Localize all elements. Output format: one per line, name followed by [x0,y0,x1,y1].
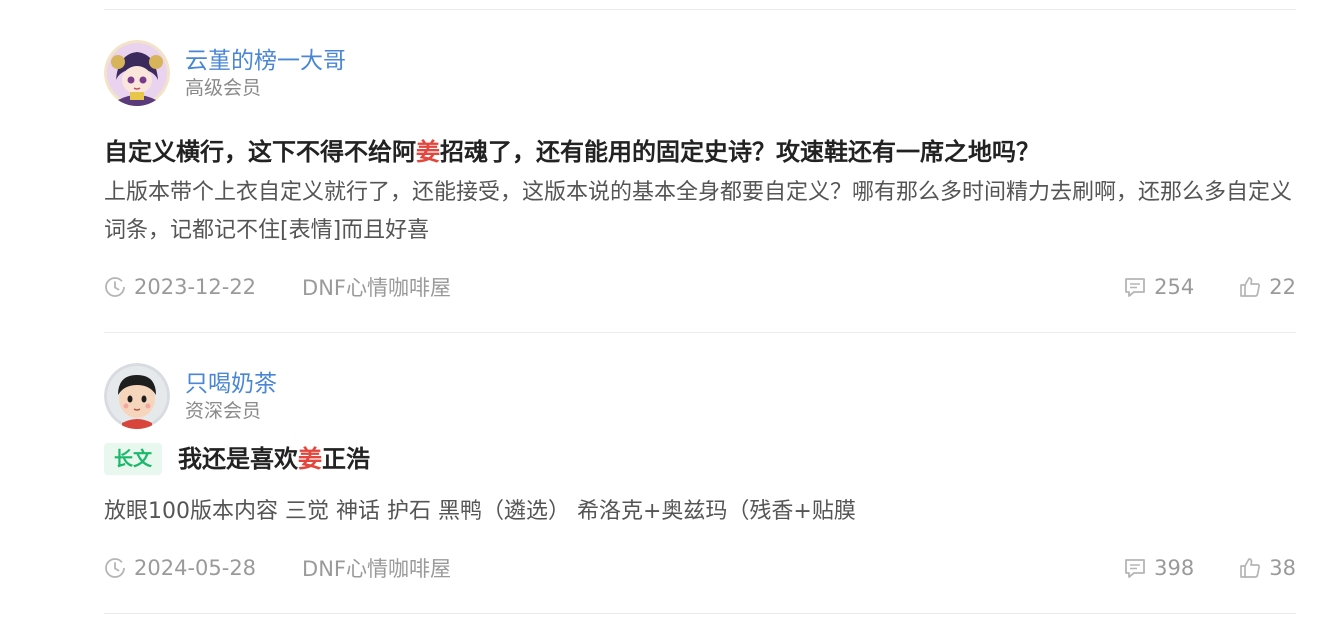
avatar[interactable] [104,40,170,106]
post-header: 只喝奶茶 资深会员 [104,363,1296,429]
like-count: 38 [1269,556,1296,580]
like-button[interactable]: 38 [1238,556,1296,580]
post-source[interactable]: DNF心情咖啡屋 [302,272,451,302]
clock-icon [105,558,125,578]
post-excerpt[interactable]: 上版本带个上衣自定义就行了，还能接受，这版本说的基本全身都要自定义？哪有那么多时… [104,174,1296,250]
post-date-text: 2023-12-22 [134,275,257,299]
post-date-text: 2024-05-28 [134,556,257,580]
post-card[interactable]: 只喝奶茶 资深会员 长文 我还是喜欢姜正浩 放眼100版本内容 三觉 神话 护石 … [104,363,1296,583]
author-level: 高级会员 [185,77,262,99]
thumbs-up-icon [1240,558,1261,578]
comment-button[interactable]: 398 [1123,556,1194,580]
like-count: 22 [1269,275,1296,299]
post-title-highlight: 姜 [298,445,323,473]
post-date: 2024-05-28 [104,556,256,580]
long-article-badge: 长文 [104,443,163,475]
post-meta: 2023-12-22 DNF心情咖啡屋 254 22 [104,272,1296,302]
author-info: 云堇的榜一大哥 高级会员 [185,46,346,100]
post-excerpt[interactable]: 放眼100版本内容 三觉 神话 护石 黑鸭（遴选） 希洛克+奥兹玛（残香+贴膜 [104,493,1296,531]
divider [104,9,1296,10]
comment-icon [1125,278,1146,297]
post-title-text: 我还是喜欢 [178,445,299,473]
author-name[interactable]: 云堇的榜一大哥 [185,46,346,76]
post-card[interactable]: 云堇的榜一大哥 高级会员 自定义横行，这下不得不给阿姜招魂了，还有能用的固定史诗… [104,40,1296,302]
post-title-text-rest: 招魂了，还有能用的固定史诗？攻速鞋还有一席之地吗？ [440,138,1040,166]
post-title-text: 自定义横行，这下不得不给阿 [104,138,416,166]
comment-button[interactable]: 254 [1123,275,1194,299]
post-header: 云堇的榜一大哥 高级会员 [104,40,1296,106]
thumbs-up-icon [1240,277,1261,297]
author-name[interactable]: 只喝奶茶 [185,369,277,399]
post-date: 2023-12-22 [104,275,256,299]
post-title[interactable]: 自定义横行，这下不得不给阿姜招魂了，还有能用的固定史诗？攻速鞋还有一席之地吗？ [104,136,1296,168]
post-title[interactable]: 长文 我还是喜欢姜正浩 [104,443,1296,475]
comment-count: 254 [1154,275,1195,299]
post-title-highlight: 姜 [416,138,440,166]
avatar[interactable] [104,363,170,429]
post-meta: 2024-05-28 DNF心情咖啡屋 398 38 [104,553,1296,583]
author-level: 资深会员 [185,400,262,422]
like-button[interactable]: 22 [1238,275,1296,299]
post-title-text-rest: 正浩 [322,445,371,473]
divider [104,332,1296,333]
divider [104,613,1296,614]
clock-icon [105,277,125,297]
post-stats: 398 38 [1123,553,1296,583]
post-stats: 254 22 [1123,272,1296,302]
author-info: 只喝奶茶 资深会员 [185,369,277,423]
comment-count: 398 [1154,556,1195,580]
post-feed: 云堇的榜一大哥 高级会员 自定义横行，这下不得不给阿姜招魂了，还有能用的固定史诗… [104,0,1296,614]
post-source[interactable]: DNF心情咖啡屋 [302,553,451,583]
comment-icon [1125,559,1146,578]
